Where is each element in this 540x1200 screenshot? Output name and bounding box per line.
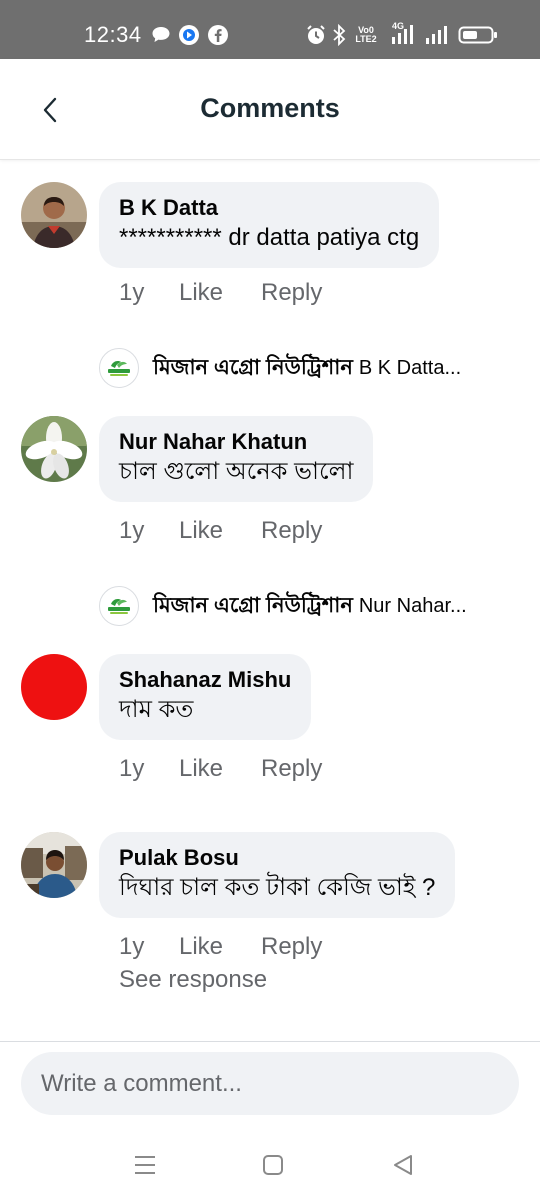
comment-author[interactable]: Pulak Bosu <box>119 844 435 872</box>
comment-author[interactable]: Nur Nahar Khatun <box>119 428 353 456</box>
status-bar: 12:34 Vo0 LTE2 4G <box>0 0 540 59</box>
page-logo-icon <box>99 348 139 388</box>
header: Comments <box>0 59 540 160</box>
back-triangle-icon[interactable] <box>388 1150 418 1180</box>
system-nav-bar <box>0 1130 540 1200</box>
reply-text: Nur Nahar... <box>358 594 467 617</box>
volte-indicator: Vo0 LTE2 <box>354 24 378 46</box>
reply-button[interactable]: Reply <box>261 279 322 307</box>
see-response-link[interactable]: See response <box>119 966 267 994</box>
reply-preview[interactable]: মিজান এগ্রো নিউট্রিশান B K Datta... <box>99 348 519 388</box>
signal-4g-label: 4G <box>392 21 405 31</box>
comment-input[interactable] <box>21 1052 519 1115</box>
reply-preview[interactable]: মিজান এগ্রো নিউট্রিশান Nur Nahar... <box>99 586 519 626</box>
reply-author: মিজান এগ্রো নিউট্রিশান <box>153 593 353 617</box>
comment-text: দিঘার চাল কত টাকা কেজি ভাই ? <box>119 874 436 901</box>
reply-button[interactable]: Reply <box>261 755 322 783</box>
avatar[interactable] <box>21 832 87 898</box>
comment-author[interactable]: Shahanaz Mishu <box>119 666 291 694</box>
reply-text: B K Datta... <box>358 356 462 379</box>
facebook-icon <box>207 24 229 46</box>
comment-age: 1y <box>119 517 145 544</box>
page-title: Comments <box>200 93 340 123</box>
comment-actions: 1y Like Reply <box>119 279 322 307</box>
like-button[interactable]: Like <box>179 279 261 307</box>
battery-icon <box>458 24 498 46</box>
signal-4g-icon: 4G <box>390 21 420 46</box>
comment-text: *********** dr datta patiya ctg <box>119 224 420 251</box>
comment-text: দাম কত <box>119 696 194 723</box>
comment-bubble[interactable]: Shahanaz Mishu দাম কত <box>99 654 312 740</box>
comment-age: 1y <box>119 279 145 306</box>
avatar[interactable] <box>21 182 87 248</box>
reply-button[interactable]: Reply <box>261 933 322 961</box>
menu-icon[interactable] <box>130 1150 160 1180</box>
status-time: 12:34 <box>84 22 142 47</box>
avatar[interactable] <box>21 654 87 720</box>
comment-bubble[interactable]: Pulak Bosu দিঘার চাল কত টাকা কেজি ভাই ? <box>99 832 456 918</box>
chat-bubble-icon <box>151 24 171 46</box>
home-icon[interactable] <box>258 1150 288 1180</box>
volte-label-bottom: LTE2 <box>355 34 377 44</box>
like-button[interactable]: Like <box>179 517 261 545</box>
like-button[interactable]: Like <box>179 933 261 961</box>
page-logo-icon <box>99 586 139 626</box>
comment-author[interactable]: B K Datta <box>119 194 419 222</box>
alarm-icon <box>305 24 327 46</box>
bluetooth-icon <box>332 24 346 46</box>
comment-actions: 1y Like Reply <box>119 517 322 545</box>
comment-age: 1y <box>119 933 145 960</box>
comment-bubble[interactable]: B K Datta *********** dr datta patiya ct… <box>99 182 440 268</box>
messenger-icon <box>178 24 200 46</box>
reply-button[interactable]: Reply <box>261 517 322 545</box>
reply-author: মিজান এগ্রো নিউট্রিশান <box>153 355 353 379</box>
avatar[interactable] <box>21 416 87 482</box>
comment-text: চাল গুলো অনেক ভালো <box>119 458 354 485</box>
comment-actions: 1y Like Reply <box>119 933 322 961</box>
comment-actions: 1y Like Reply <box>119 755 322 783</box>
comment-bubble[interactable]: Nur Nahar Khatun চাল গুলো অনেক ভালো <box>99 416 374 502</box>
comment-age: 1y <box>119 755 145 782</box>
comment-composer <box>0 1041 540 1130</box>
signal-icon <box>425 24 451 46</box>
like-button[interactable]: Like <box>179 755 261 783</box>
